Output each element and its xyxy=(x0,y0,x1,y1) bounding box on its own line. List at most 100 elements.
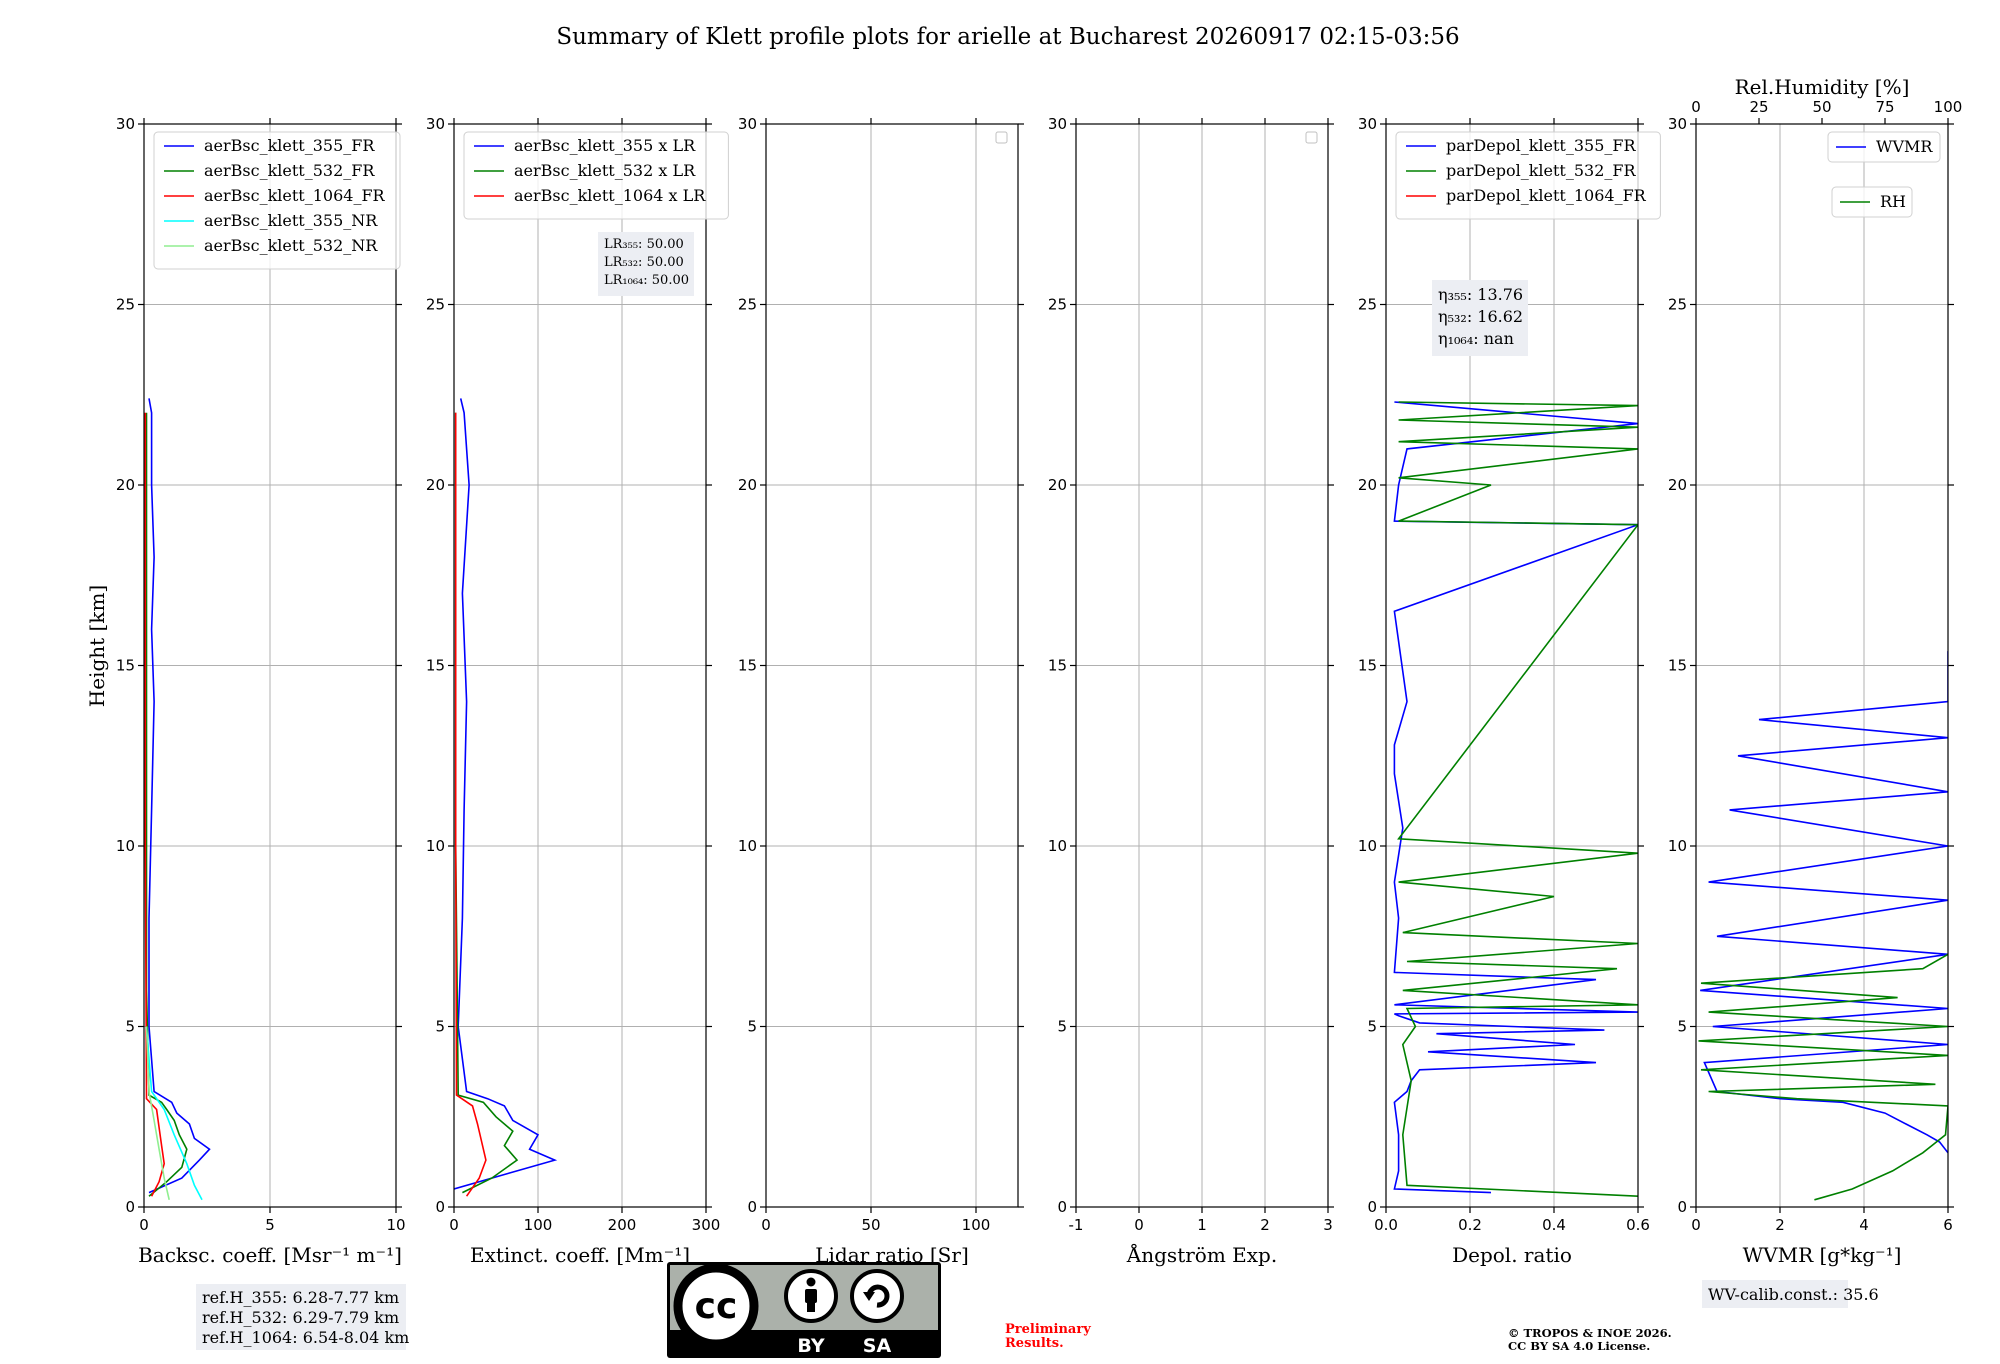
y-tick-label: 0 xyxy=(1057,1198,1067,1216)
series-line-parDepol_klett_532_FR xyxy=(1397,401,1638,1197)
top-x-tick-label: 75 xyxy=(1875,98,1894,116)
x-tick-label: 2 xyxy=(1775,1216,1785,1234)
y-tick-label: 5 xyxy=(1677,1018,1687,1036)
y-tick-label: 30 xyxy=(738,115,757,133)
x-axis-label: Backsc. coeff. [Msr⁻¹ m⁻¹] xyxy=(138,1243,402,1267)
x-tick-label: 6 xyxy=(1943,1216,1953,1234)
series-line-aerBsc_klett_355_FR xyxy=(148,398,211,1194)
copyright-line-2: CC BY SA 4.0 License. xyxy=(1508,1339,1650,1353)
y-tick-label: 20 xyxy=(1048,476,1067,494)
y-tick-label: 5 xyxy=(125,1018,135,1036)
copyright-line-1: © TROPOS & INOE 2026. xyxy=(1508,1326,1672,1340)
y-tick-label: 25 xyxy=(1668,296,1687,314)
panel-extinction: 0510152025300 100 200 300Extinct. coeff. [M… xyxy=(426,115,729,1267)
series-group xyxy=(1698,651,1948,1201)
x-axis-label: Depol. ratio xyxy=(1452,1243,1572,1267)
preliminary-line-1: Preliminary xyxy=(1005,1322,1091,1337)
y-tick-label: 5 xyxy=(1367,1018,1377,1036)
y-tick-label: 25 xyxy=(426,296,445,314)
y-tick-label: 10 xyxy=(738,837,757,855)
x-tick-label: 1 xyxy=(1197,1216,1207,1234)
x-tick-label: 0.2 xyxy=(1458,1216,1482,1234)
top-axis-label: Rel.Humidity [%] xyxy=(1735,75,1910,99)
y-tick-label: 20 xyxy=(1358,476,1377,494)
series-line-RH xyxy=(1698,953,1948,1201)
x-axis-label: WVMR [g*kg⁻¹] xyxy=(1743,1243,1902,1267)
top-x-tick-label: 50 xyxy=(1812,98,1831,116)
x-tick-label: 0.0 xyxy=(1374,1216,1398,1234)
legend-label: WVMR xyxy=(1876,137,1933,156)
legend-label: parDepol_klett_532_FR xyxy=(1446,161,1637,180)
y-tick-label: 25 xyxy=(738,296,757,314)
wv-calib-text: WV-calib.const.: 35.6 xyxy=(1708,1285,1879,1304)
x-tick-label: 0 xyxy=(449,1216,459,1234)
y-tick-label: 10 xyxy=(116,837,135,855)
legend-label: parDepol_klett_355_FR xyxy=(1446,136,1637,155)
x-tick-label: 0 xyxy=(139,1216,149,1234)
y-tick-label: 25 xyxy=(1358,296,1377,314)
legend-label: aerBsc_klett_532 x LR xyxy=(514,161,696,180)
annotation-line: LR₃₅₅: 50.00 xyxy=(604,237,684,252)
figure: Summary of Klett profile plots for ariel… xyxy=(0,0,2000,1360)
preliminary-line-2: Results. xyxy=(1005,1336,1064,1351)
y-tick-label: 30 xyxy=(426,115,445,133)
x-axis-label: Ångström Exp. xyxy=(1126,1242,1277,1267)
empty-legend-box xyxy=(1305,131,1318,144)
x-tick-label: 50 xyxy=(861,1216,880,1234)
legend-label: aerBsc_klett_355 x LR xyxy=(514,136,696,155)
y-tick-label: 15 xyxy=(426,657,445,675)
y-tick-label: 15 xyxy=(1358,657,1377,675)
y-tick-label: 5 xyxy=(1057,1018,1067,1036)
legend-label: parDepol_klett_1064_FR xyxy=(1446,186,1647,205)
x-tick-label: 0.6 xyxy=(1626,1216,1650,1234)
series-line-aerBsc_klett_355 x LR xyxy=(454,398,558,1190)
annotation-line: η₁₀₆₄: nan xyxy=(1438,329,1514,348)
y-tick-label: 0 xyxy=(1367,1198,1377,1216)
y-tick-label: 15 xyxy=(116,657,135,675)
y-tick-label: 10 xyxy=(1048,837,1067,855)
y-tick-label: 15 xyxy=(1668,657,1687,675)
y-tick-label: 5 xyxy=(435,1018,445,1036)
y-tick-label: 10 xyxy=(1358,837,1377,855)
series-group xyxy=(144,398,211,1201)
x-tick-label: 300 xyxy=(692,1216,721,1234)
y-tick-label: 10 xyxy=(1668,837,1687,855)
y-tick-label: 30 xyxy=(1048,115,1067,133)
x-tick-label: 4 xyxy=(1859,1216,1869,1234)
y-axis-label: Height [km] xyxy=(85,585,109,707)
top-x-tick-label: 0 xyxy=(1691,98,1701,116)
annotation-line: η₅₃₂: 16.62 xyxy=(1438,307,1523,326)
y-tick-label: 15 xyxy=(1048,657,1067,675)
x-tick-label: 5 xyxy=(265,1216,275,1234)
annotation-line: LR₁₀₆₄: 50.00 xyxy=(604,273,689,288)
panel-depol: 0 5 10 15 20 25 30 0.0 0.2 0.4 0.6 Depol. ratio parD… xyxy=(1358,115,1661,1267)
x-tick-label: 0.4 xyxy=(1542,1216,1566,1234)
y-tick-label: 0 xyxy=(1677,1198,1687,1216)
y-tick-label: 0 xyxy=(435,1198,445,1216)
legend-label: aerBsc_klett_1064 x LR xyxy=(514,186,706,205)
top-x-tick-label: 25 xyxy=(1749,98,1768,116)
legend-label: aerBsc_klett_532_FR xyxy=(204,161,375,180)
person-by-icon xyxy=(784,1269,838,1323)
panels: 0510152025300 5 10Backsc. coeff. [Msr⁻¹ m⁻… xyxy=(116,75,1962,1267)
legend-label: aerBsc_klett_355_FR xyxy=(204,136,375,155)
series-line-aerBsc_klett_1064 x LR xyxy=(454,412,487,1197)
y-tick-label: 25 xyxy=(1048,296,1067,314)
x-tick-label: 10 xyxy=(386,1216,405,1234)
panel-lidar_ratio: 0510152025300 50 100Lidar ratio [Sr] xyxy=(738,115,1024,1267)
panel-angstrom: 051015202530-1 0 1 2 3Ångström Exp. xyxy=(1048,115,1334,1267)
legend-label: aerBsc_klett_532_NR xyxy=(204,236,378,255)
y-tick-label: 0 xyxy=(747,1198,757,1216)
legend-label: aerBsc_klett_355_NR xyxy=(204,211,378,230)
x-tick-label: 100 xyxy=(962,1216,991,1234)
top-x-tick-label: 100 xyxy=(1934,98,1963,116)
y-tick-label: 20 xyxy=(738,476,757,494)
y-tick-label: 20 xyxy=(116,476,135,494)
figure-canvas: Summary of Klett profile plots for ariel… xyxy=(85,24,1962,1358)
annotation-line: η₃₅₅: 13.76 xyxy=(1438,285,1523,304)
x-tick-label: 0 xyxy=(761,1216,771,1234)
cc-logo-text: cc xyxy=(695,1286,738,1327)
y-tick-label: 20 xyxy=(1668,476,1687,494)
series-group xyxy=(1393,401,1638,1197)
y-tick-label: 30 xyxy=(116,115,135,133)
